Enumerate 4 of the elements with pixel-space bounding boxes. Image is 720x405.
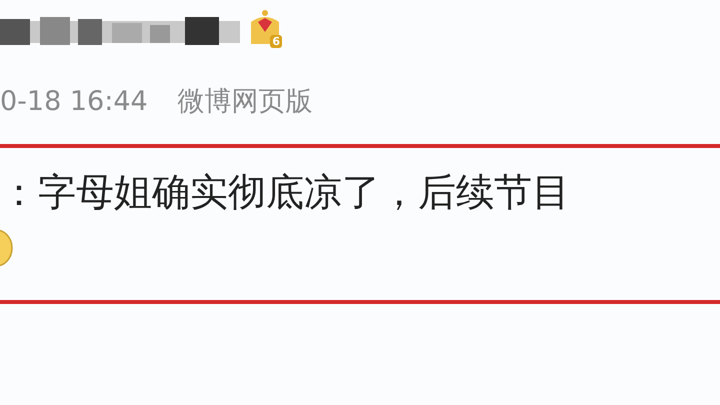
post-time: 0-18 16:44	[0, 85, 148, 119]
post-text: ：字母姐确实彻底凉了，后续节目	[0, 169, 571, 216]
level-number: 6	[270, 35, 282, 48]
post-source[interactable]: 微博网页版	[178, 84, 313, 120]
